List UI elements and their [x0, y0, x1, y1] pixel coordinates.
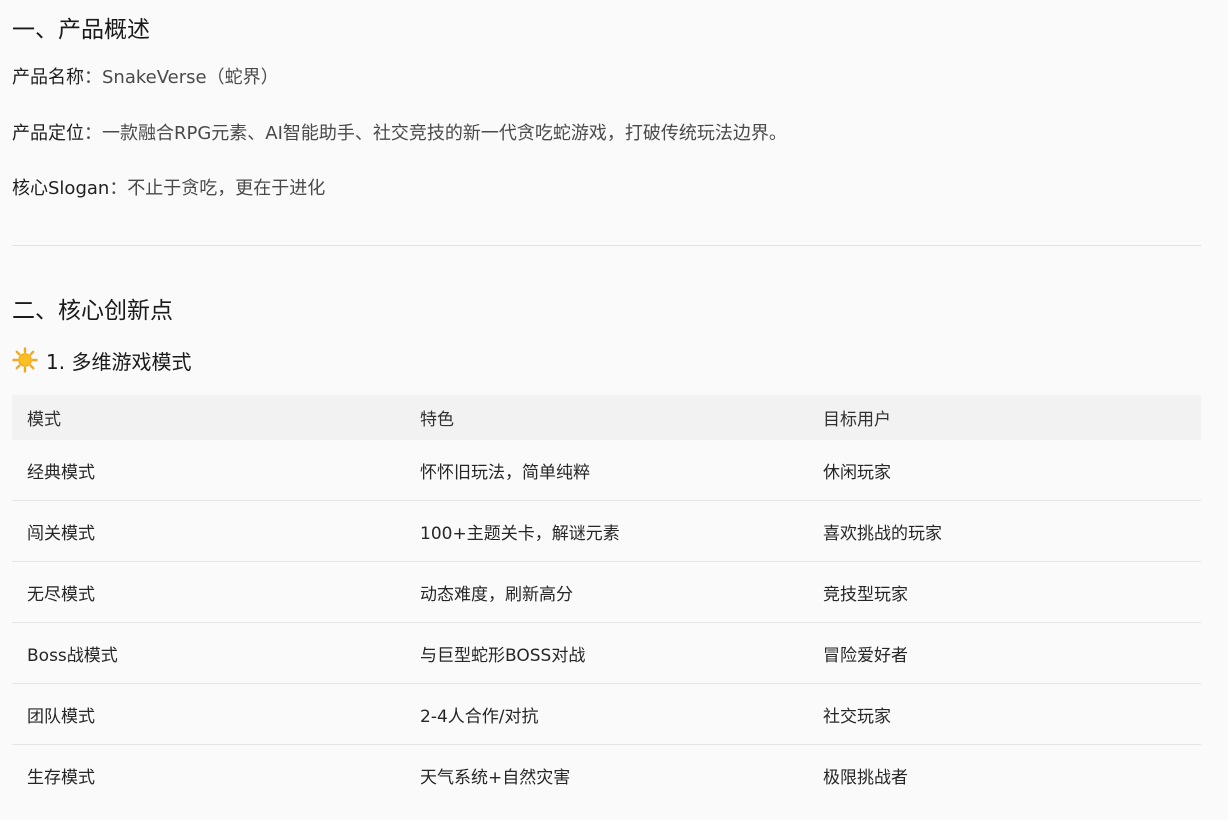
cell-mode: 无尽模式: [27, 584, 95, 605]
slogan-label: 核心Slogan: [12, 178, 110, 199]
column-header-feature: 特色: [420, 410, 454, 430]
cell-feature: 动态难度，刷新高分: [420, 584, 573, 605]
table-row: Boss战模式 与巨型蛇形BOSS对战 冒险爱好者: [12, 623, 1201, 684]
cell-mode: 闯关模式: [27, 523, 95, 544]
slogan-value: ：不止于贪吃，更在于进化: [109, 178, 326, 199]
table-row: 团队模式 2-4人合作/对抗 社交玩家: [12, 684, 1201, 745]
table-header-row: 模式 特色 目标用户: [12, 395, 1201, 440]
product-name-label: 产品名称: [12, 67, 84, 88]
subsection-heading-modes: 1. 多维游戏模式: [12, 345, 191, 375]
section-heading-innovation: 二、核心创新点: [12, 298, 173, 324]
cell-feature: 怀怀旧玩法，简单纯粹: [420, 462, 590, 483]
product-position-line: 产品定位：一款融合RPG元素、AI智能助手、社交竞技的新一代贪吃蛇游戏，打破传统…: [12, 122, 787, 146]
column-header-target-users: 目标用户: [823, 410, 891, 430]
slogan-line: 核心Slogan：不止于贪吃，更在于进化: [12, 177, 325, 201]
cell-target-users: 休闲玩家: [823, 462, 891, 483]
column-header-mode: 模式: [27, 410, 61, 430]
cell-mode: Boss战模式: [27, 645, 118, 666]
cell-target-users: 社交玩家: [823, 706, 891, 727]
table-row: 经典模式 怀怀旧玩法，简单纯粹 休闲玩家: [12, 440, 1201, 501]
subsection-heading-text: 1. 多维游戏模式: [46, 349, 192, 374]
product-name-value: ：SnakeVerse（蛇界）: [84, 67, 279, 88]
product-position-value: ：一款融合RPG元素、AI智能助手、社交竞技的新一代贪吃蛇游戏，打破传统玩法边界…: [84, 123, 787, 144]
cell-mode: 生存模式: [27, 767, 95, 788]
cell-feature: 2-4人合作/对抗: [420, 706, 539, 727]
table-row: 生存模式 天气系统+自然灾害 极限挑战者: [12, 745, 1201, 805]
section-heading-overview: 一、产品概述: [12, 17, 150, 43]
section-divider: [12, 245, 1201, 246]
cell-target-users: 冒险爱好者: [823, 645, 908, 666]
cell-target-users: 喜欢挑战的玩家: [823, 523, 942, 544]
cell-target-users: 极限挑战者: [823, 767, 908, 788]
modes-table: 模式 特色 目标用户 经典模式 怀怀旧玩法，简单纯粹 休闲玩家 闯关模式 100…: [12, 395, 1201, 805]
table-row: 闯关模式 100+主题关卡，解谜元素 喜欢挑战的玩家: [12, 501, 1201, 562]
cell-feature: 100+主题关卡，解谜元素: [420, 523, 620, 544]
cell-mode: 团队模式: [27, 706, 95, 727]
cell-feature: 天气系统+自然灾害: [420, 767, 571, 788]
cell-mode: 经典模式: [27, 462, 95, 483]
cell-target-users: 竞技型玩家: [823, 584, 908, 605]
table-row: 无尽模式 动态难度，刷新高分 竞技型玩家: [12, 562, 1201, 623]
cell-feature: 与巨型蛇形BOSS对战: [420, 645, 586, 666]
sun-emoji-icon: [12, 347, 38, 373]
product-name-line: 产品名称：SnakeVerse（蛇界）: [12, 66, 279, 90]
product-position-label: 产品定位: [12, 123, 84, 144]
